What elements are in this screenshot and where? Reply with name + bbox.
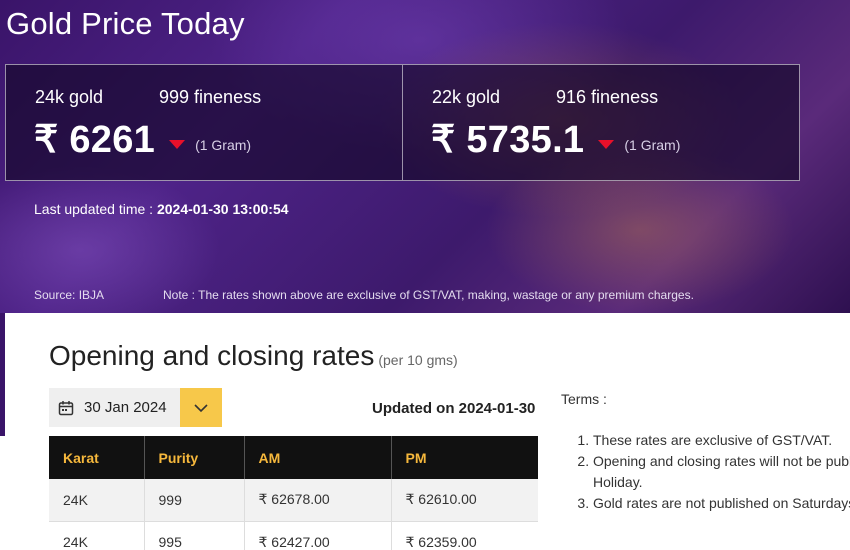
date-field[interactable]: 30 Jan 2024: [49, 388, 180, 427]
column-header-karat: Karat: [49, 436, 145, 479]
page-title: Gold Price Today: [6, 6, 245, 41]
cell-pm: ₹ 62359.00: [391, 521, 538, 550]
price-panel: 24k gold 999 fineness ₹ 6261 (1 Gram) 22…: [5, 64, 800, 181]
rates-section: Opening and closing rates (per 10 gms) 30…: [5, 313, 850, 550]
table-header-row: Karat Purity AM PM: [49, 436, 538, 479]
date-picker[interactable]: 30 Jan 2024: [49, 388, 222, 427]
terms-heading: Terms :: [561, 391, 607, 407]
updated-on-text: Updated on 2024-01-30: [372, 400, 536, 417]
cell-purity: 995: [144, 521, 245, 550]
last-updated-label: Last updated time :: [34, 201, 157, 217]
terms-item: Opening and closing rates will not be pu…: [593, 451, 850, 493]
hero-banner: Gold Price Today 24k gold 999 fineness ₹…: [0, 0, 850, 313]
terms-item: Gold rates are not published on Saturday…: [593, 493, 850, 514]
cell-purity: 999: [144, 479, 245, 522]
terms-list: These rates are exclusive of GST/VAT. Op…: [561, 430, 850, 514]
date-dropdown-button[interactable]: [180, 388, 222, 427]
cell-am: ₹ 62427.00: [244, 521, 392, 550]
terms-item: These rates are exclusive of GST/VAT.: [593, 430, 850, 451]
karat-label: 24k gold: [35, 87, 104, 107]
cell-karat: 24K: [49, 521, 145, 550]
date-value: 30 Jan 2024: [84, 399, 167, 416]
unit-label: (1 Gram): [195, 136, 252, 153]
note-text: Note : The rates shown above are exclusi…: [163, 288, 694, 302]
fineness-label: 999 fineness: [159, 87, 262, 107]
column-header-pm: PM: [391, 436, 538, 479]
price-row: ₹ 6261 (1 Gram): [34, 117, 251, 162]
column-header-am: AM: [244, 436, 392, 479]
trend-down-icon: [169, 140, 186, 149]
section-title: Opening and closing rates (per 10 gms): [49, 340, 458, 372]
price-row: ₹ 5735.1 (1 Gram): [431, 117, 680, 162]
terms-panel: Terms : These rates are exclusive of GST…: [561, 391, 850, 514]
price-value: ₹ 6261: [34, 119, 156, 161]
price-card-22k: 22k gold 916 fineness ₹ 5735.1 (1 Gram): [402, 65, 799, 180]
fineness-label: 916 fineness: [556, 87, 659, 107]
cell-pm: ₹ 62610.00: [391, 479, 538, 522]
column-header-purity: Purity: [144, 436, 245, 479]
section-subtitle: (per 10 gms): [378, 352, 458, 368]
last-updated: Last updated time : 2024-01-30 13:00:54: [34, 201, 289, 217]
calendar-icon: [58, 400, 74, 415]
rates-table: Karat Purity AM PM 24K 999 ₹ 62678.00 ₹ …: [49, 436, 538, 550]
karat-label: 22k gold: [432, 87, 501, 107]
last-updated-value: 2024-01-30 13:00:54: [156, 201, 289, 217]
table-row: 24K 995 ₹ 62427.00 ₹ 62359.00: [49, 521, 538, 550]
price-value: ₹ 5735.1: [431, 119, 585, 161]
table-row: 24K 999 ₹ 62678.00 ₹ 62610.00: [49, 479, 538, 522]
trend-down-icon: [598, 140, 615, 149]
cell-am: ₹ 62678.00: [244, 479, 392, 522]
price-card-24k: 24k gold 999 fineness ₹ 6261 (1 Gram): [6, 65, 402, 180]
cell-karat: 24K: [49, 479, 145, 522]
section-title-text: Opening and closing rates: [49, 340, 375, 371]
unit-label: (1 Gram): [624, 136, 681, 153]
chevron-down-icon: [194, 403, 208, 412]
source-text: Source: IBJA: [34, 288, 105, 302]
